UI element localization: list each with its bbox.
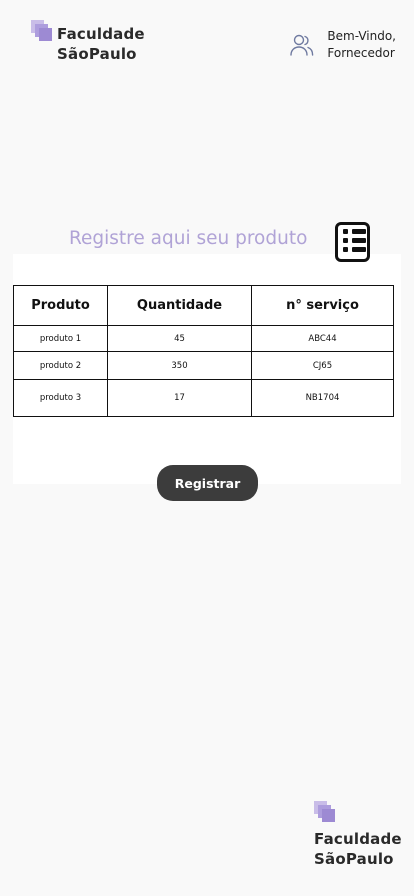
products-table: Produto Quantidade n° serviço produto 1 …	[13, 285, 394, 417]
brand-name-line2: SãoPaulo	[57, 45, 137, 63]
table-cell: 350	[107, 351, 252, 380]
table-cell: produto 3	[13, 379, 108, 417]
table-cell: 17	[107, 379, 252, 417]
column-header-produto: Produto	[13, 285, 108, 326]
table-row[interactable]: produto 1 45 ABC44	[13, 325, 394, 352]
footer-brand-line2: SãoPaulo	[314, 850, 394, 868]
list-icon[interactable]	[335, 222, 370, 262]
table-cell: 45	[107, 325, 252, 352]
role-text: Fornecedor	[327, 46, 395, 60]
table-row[interactable]: produto 2 350 CJ65	[13, 351, 394, 380]
column-header-quantidade: Quantidade	[107, 285, 252, 326]
column-header-servico: n° serviço	[251, 285, 394, 326]
user-greeting[interactable]: Bem-Vindo, Fornecedor	[290, 28, 396, 62]
table-cell: ABC44	[251, 325, 394, 352]
brand-name: Faculdade SãoPaulo	[57, 24, 145, 64]
footer-brand-name: Faculdade SãoPaulo	[314, 829, 402, 869]
table-row[interactable]: produto 3 17 NB1704	[13, 379, 394, 417]
table-cell: produto 2	[13, 351, 108, 380]
users-icon	[290, 34, 314, 56]
register-button[interactable]: Registrar	[157, 465, 258, 501]
stacked-squares-icon	[314, 801, 336, 823]
page-title: Registre aqui seu produto	[69, 228, 308, 249]
stacked-squares-icon	[31, 20, 53, 42]
table-cell: NB1704	[251, 379, 394, 417]
greeting-text: Bem-Vindo,	[327, 29, 396, 43]
table-cell: produto 1	[13, 325, 108, 352]
table-cell: CJ65	[251, 351, 394, 380]
footer-brand-line1: Faculdade	[314, 830, 402, 848]
brand-name-line1: Faculdade	[57, 25, 145, 43]
